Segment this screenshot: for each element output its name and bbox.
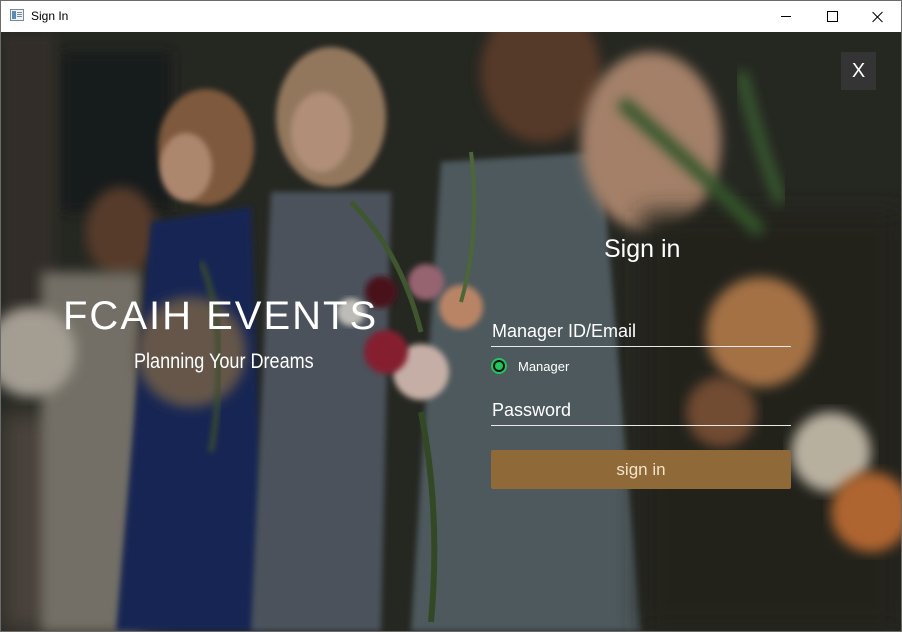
sign-in-button[interactable]: sign in <box>491 450 791 489</box>
radio-selected-icon[interactable] <box>491 358 507 374</box>
manager-radio-label: Manager <box>518 358 570 374</box>
title-bar: Sign In <box>1 1 901 32</box>
dialog-close-button[interactable]: X <box>841 52 876 90</box>
background-photo: X FCAIH EVENTS Planning Your Dreams Sign… <box>1 32 901 631</box>
maximize-button[interactable] <box>809 1 855 32</box>
close-icon <box>872 11 884 23</box>
password-field[interactable] <box>491 396 791 426</box>
minimize-button[interactable] <box>763 1 809 32</box>
minimize-icon <box>781 16 791 17</box>
brand-title: FCAIH EVENTS <box>63 294 379 338</box>
window-title: Sign In <box>31 9 69 23</box>
sign-in-heading: Sign in <box>604 235 681 263</box>
brand-tagline: Planning Your Dreams <box>134 350 314 373</box>
maximize-icon <box>826 11 838 22</box>
window-close-button[interactable] <box>855 1 901 32</box>
sign-in-window: Sign In X FCAIH EVENTS Planning Your Dre… <box>0 0 902 632</box>
email-field[interactable] <box>491 317 791 347</box>
app-icon <box>10 9 24 21</box>
manager-radio[interactable]: Manager <box>491 358 569 374</box>
